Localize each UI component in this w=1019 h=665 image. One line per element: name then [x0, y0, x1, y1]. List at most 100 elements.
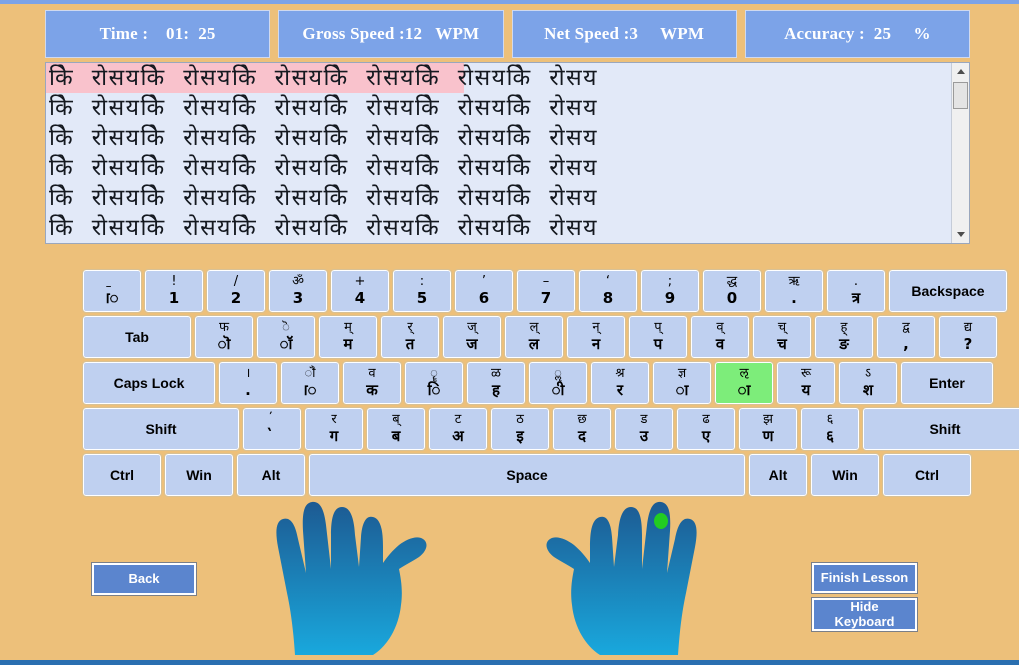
key-अ[interactable]: टअ [428, 407, 488, 451]
key-7[interactable]: –7 [516, 269, 576, 313]
gross-speed-stat: Gross Speed :12 WPM [278, 10, 504, 58]
scroll-down-arrow-icon[interactable] [952, 226, 969, 243]
lesson-line: किे ‌ राेसयकिे ‌ राेसयकिे ‌ राेसयकिे ‌ र… [49, 185, 599, 211]
key-0[interactable]: द्ध 0 [702, 269, 762, 313]
key-ॎ[interactable]: ॏॎ [280, 361, 340, 405]
vertical-scrollbar[interactable] [951, 63, 969, 243]
key-६[interactable]: ६६ [800, 407, 860, 451]
key-द[interactable]: छद [552, 407, 612, 451]
virtual-keyboard[interactable]: ॒ॎ!1/2ॐ3+4:5’6–7‘8;9द्ध0ऋ..त्रBackspaceT… [82, 269, 1019, 500]
finish-lesson-button[interactable]: Finish Lesson [812, 563, 917, 593]
key-त[interactable]: र् त [380, 315, 440, 359]
key-6[interactable]: ’ 6 [454, 269, 514, 313]
hide-keyboard-button[interactable]: Hide Keyboard [812, 598, 917, 631]
key-shift-glyph: र् [407, 320, 413, 336]
key-base-glyph: ङ [839, 335, 849, 354]
key-ॊ[interactable]: फॊ [194, 315, 254, 359]
key-श[interactable]: ऽश [838, 361, 898, 405]
key-9[interactable]: ; 9 [640, 269, 700, 313]
key-5[interactable]: :5 [392, 269, 452, 313]
key-space[interactable]: Space [308, 453, 746, 497]
key-shift[interactable]: Shift [82, 407, 240, 451]
key-?[interactable]: द्य? [938, 315, 998, 359]
key-caps-lock[interactable]: Caps Lock [82, 361, 216, 405]
key-इ[interactable]: ठइ [490, 407, 550, 451]
key-क[interactable]: वक [342, 361, 402, 405]
keyboard-row: Tab फॊॆॉ म् म र् त ज् ज ल् ल न् न प् प व् व च् च ह् ङ द्व, द्… [82, 315, 998, 359]
key-shift-glyph: ऌ [739, 366, 749, 382]
key-shift-glyph: च् [777, 320, 787, 336]
keyboard-row: Ctrl Win Alt Space Alt Win Ctrl [82, 453, 972, 497]
key-shift-glyph: ट [454, 412, 462, 428]
key-ब[interactable]: ब् ब [366, 407, 426, 451]
key-ण[interactable]: झण [738, 407, 798, 451]
key-ज[interactable]: ज् ज [442, 315, 502, 359]
key-ए[interactable]: ढए [676, 407, 736, 451]
key-base-glyph: ा [675, 381, 689, 400]
key-उ[interactable]: डउ [614, 407, 674, 451]
key-ग[interactable]: रग [304, 407, 364, 451]
key-.[interactable]: ऋ. [764, 269, 824, 313]
key-backspace[interactable]: Backspace [888, 269, 1008, 313]
lesson-text-pane[interactable]: किे ‌ राेसयकिे ‌ राेसयकिे ‌ राेसयकिे ‌ र… [45, 62, 970, 244]
key-base-glyph: 4 [354, 289, 366, 308]
key-base-glyph: 0 [726, 289, 738, 308]
key-shift-glyph: र [331, 412, 337, 428]
key-shift-glyph: द्व [902, 320, 910, 336]
key-ctrl[interactable]: Ctrl [82, 453, 162, 497]
active-finger-marker [654, 513, 668, 529]
scroll-up-arrow-icon[interactable] [952, 63, 969, 80]
key-shift-glyph: ह् [840, 320, 848, 336]
key-ॎ[interactable]: ॒ॎ [82, 269, 142, 313]
key-,[interactable]: द्व, [876, 315, 936, 359]
lesson-line: किे ‌ राेसयकिे ‌ राेसयकिे ‌ राेसयकिे ‌ र… [49, 95, 599, 121]
key-shift-glyph: – [542, 274, 550, 290]
key-enter[interactable]: Enter [900, 361, 994, 405]
key-न[interactable]: न् न [566, 315, 626, 359]
key-म[interactable]: म् म [318, 315, 378, 359]
key-win[interactable]: Win [164, 453, 234, 497]
key-base-glyph: 2 [230, 289, 242, 308]
key-8[interactable]: ‘8 [578, 269, 638, 313]
key-3[interactable]: ॐ3 [268, 269, 328, 313]
key-shift-glyph: ढ [702, 412, 710, 428]
key-ा[interactable]: ऌा [714, 361, 774, 405]
key-shift[interactable]: Shift [862, 407, 1019, 451]
key-base-glyph: 7 [540, 289, 552, 308]
key-alt[interactable]: Alt [236, 453, 306, 497]
key-त्र[interactable]: . त्र [826, 269, 886, 313]
key-ॉ[interactable]: ॆॉ [256, 315, 316, 359]
key-प[interactable]: प् प [628, 315, 688, 359]
back-button[interactable]: Back [92, 563, 196, 595]
key-base-glyph: ॎ [105, 289, 119, 308]
key-alt[interactable]: Alt [748, 453, 808, 497]
key-win[interactable]: Win [810, 453, 880, 497]
key-ा[interactable]: ज्ञा [652, 361, 712, 405]
key-shift-glyph: ‘ [605, 274, 611, 290]
key-1[interactable]: ! 1 [144, 269, 204, 313]
key-base-glyph: . [791, 289, 797, 308]
key-ी[interactable]: ॢी [528, 361, 588, 405]
key-व[interactable]: व् व [690, 315, 750, 359]
keyboard-row: ॒ॎ!1/2ॐ3+4:5’6–7‘8;9द्ध0ऋ..त्रBackspace [82, 269, 1008, 313]
key-.[interactable]: ।. [218, 361, 278, 405]
key-base-glyph: व [715, 335, 725, 354]
key-base-glyph: ? [963, 335, 973, 354]
key-shift-glyph: : [419, 274, 425, 290]
key-tab[interactable]: Tab [82, 315, 192, 359]
key-॓[interactable]: ॔॓ [242, 407, 302, 451]
status-bar: Time : 01: 25 Gross Speed :12 WPM Net Sp… [45, 10, 970, 58]
key-ि[interactable]: ॄि [404, 361, 464, 405]
scrollbar-thumb[interactable] [953, 82, 968, 109]
lesson-text-lines[interactable]: किे ‌ राेसयकिे ‌ राेसयकिे ‌ राेसयकिे ‌ र… [46, 63, 951, 243]
key-4[interactable]: +4 [330, 269, 390, 313]
key-च[interactable]: च् च [752, 315, 812, 359]
key-2[interactable]: /2 [206, 269, 266, 313]
key-ङ[interactable]: ह् ङ [814, 315, 874, 359]
key-ctrl[interactable]: Ctrl [882, 453, 972, 497]
lesson-line: किे ‌ राेसयकिे ‌ राेसयकिे ‌ राेसयकिे ‌ र… [46, 63, 951, 93]
key-ह[interactable]: ळह [466, 361, 526, 405]
key-ल[interactable]: ल् ल [504, 315, 564, 359]
key-र[interactable]: श्र र [590, 361, 650, 405]
key-य[interactable]: रू य [776, 361, 836, 405]
